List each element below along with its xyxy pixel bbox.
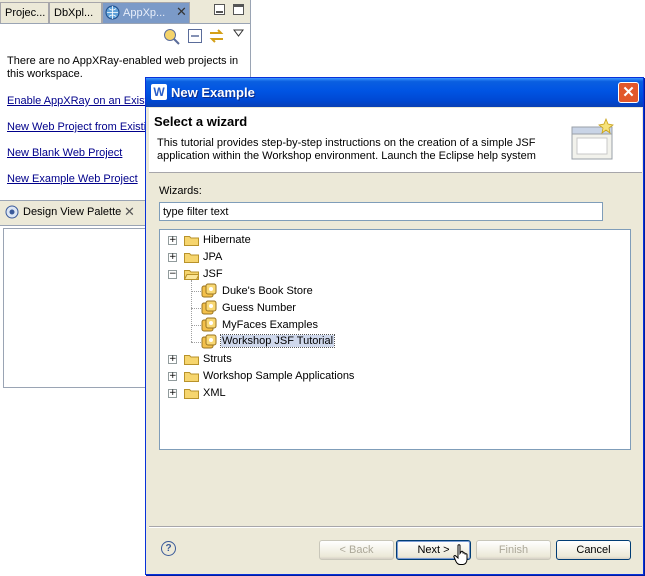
tab-close-icon[interactable]: ✕ xyxy=(176,5,187,18)
tab-dbxplorer[interactable]: DbXpl... xyxy=(49,2,102,23)
cancel-button[interactable]: Cancel xyxy=(556,540,631,560)
maximize-view-icon[interactable] xyxy=(233,4,244,15)
folder-icon xyxy=(184,236,199,246)
tree-connector xyxy=(191,291,201,292)
tab-projects[interactable]: Projec... xyxy=(0,2,49,23)
tree-item-dukes-book-store[interactable]: Duke's Book Store xyxy=(222,285,313,297)
tree-connector xyxy=(191,325,201,326)
example-icon xyxy=(201,317,217,332)
tab-label: DbXpl... xyxy=(54,7,94,19)
minimize-view-icon[interactable] xyxy=(214,4,225,15)
workshop-logo-icon: W xyxy=(151,84,167,100)
tree-connector xyxy=(191,280,192,342)
wizard-description: This tutorial provides step-by-step inst… xyxy=(157,137,536,162)
finish-button[interactable]: Finish xyxy=(476,540,551,560)
wizard-icon xyxy=(571,117,614,160)
enable-appxray-link[interactable]: Enable AppXRay on an Existi xyxy=(7,95,150,107)
dialog-title: New Example xyxy=(171,85,255,100)
new-example-web-project-link[interactable]: New Example Web Project xyxy=(7,173,138,185)
folder-icon xyxy=(184,389,199,399)
collapse-toggle-icon[interactable]: − xyxy=(168,270,177,279)
filter-input[interactable] xyxy=(159,202,603,221)
folder-icon xyxy=(184,355,199,365)
tree-item-myfaces-examples[interactable]: MyFaces Examples xyxy=(222,319,318,331)
expand-toggle-icon[interactable]: + xyxy=(168,253,177,262)
sync-icon[interactable] xyxy=(208,28,225,44)
tree-item-jpa[interactable]: JPA xyxy=(203,251,222,263)
globe-icon xyxy=(105,5,120,20)
palette-icon xyxy=(5,205,19,219)
new-blank-web-project-link[interactable]: New Blank Web Project xyxy=(7,147,122,159)
tree-item-guess-number[interactable]: Guess Number xyxy=(222,302,296,314)
tab-label: AppXp... xyxy=(123,7,166,19)
tab-label: Projec... xyxy=(5,7,46,19)
expand-toggle-icon[interactable]: + xyxy=(168,355,177,364)
folder-icon xyxy=(184,372,199,382)
footer-separator xyxy=(149,526,642,528)
back-button[interactable]: < Back xyxy=(319,540,394,560)
page-title: Select a wizard xyxy=(154,114,248,129)
example-icon xyxy=(201,300,217,315)
palette-close-icon[interactable]: ✕ xyxy=(124,204,135,220)
folder-icon xyxy=(184,253,199,263)
expand-toggle-icon[interactable]: + xyxy=(168,372,177,381)
wizards-label: Wizards: xyxy=(159,185,202,197)
example-icon xyxy=(201,283,217,298)
view-menu-icon[interactable] xyxy=(233,29,244,37)
tree-item-workshop-jsf-tutorial[interactable]: Workshop JSF Tutorial xyxy=(219,334,336,348)
expand-toggle-icon[interactable]: + xyxy=(168,236,177,245)
close-icon[interactable]: ✕ xyxy=(618,82,639,103)
help-icon[interactable]: ? xyxy=(161,541,176,556)
hand-cursor-icon xyxy=(453,544,468,565)
collapse-all-icon[interactable] xyxy=(188,29,202,43)
tree-item-struts[interactable]: Struts xyxy=(203,353,232,365)
tree-connector xyxy=(191,308,201,309)
appxray-icon[interactable] xyxy=(163,28,180,45)
new-web-project-from-existing-link[interactable]: New Web Project from Existi xyxy=(7,121,146,133)
tree-connector xyxy=(191,342,201,343)
example-icon xyxy=(201,334,217,349)
folder-open-icon xyxy=(184,270,199,280)
tree-item-xml[interactable]: XML xyxy=(203,387,226,399)
tree-item-jsf[interactable]: JSF xyxy=(203,268,223,280)
palette-tab-label[interactable]: Design View Palette xyxy=(23,206,121,218)
tree-item-workshop-sample-applications[interactable]: Workshop Sample Applications xyxy=(203,370,354,382)
tree-item-hibernate[interactable]: Hibernate xyxy=(203,234,251,246)
expand-toggle-icon[interactable]: + xyxy=(168,389,177,398)
